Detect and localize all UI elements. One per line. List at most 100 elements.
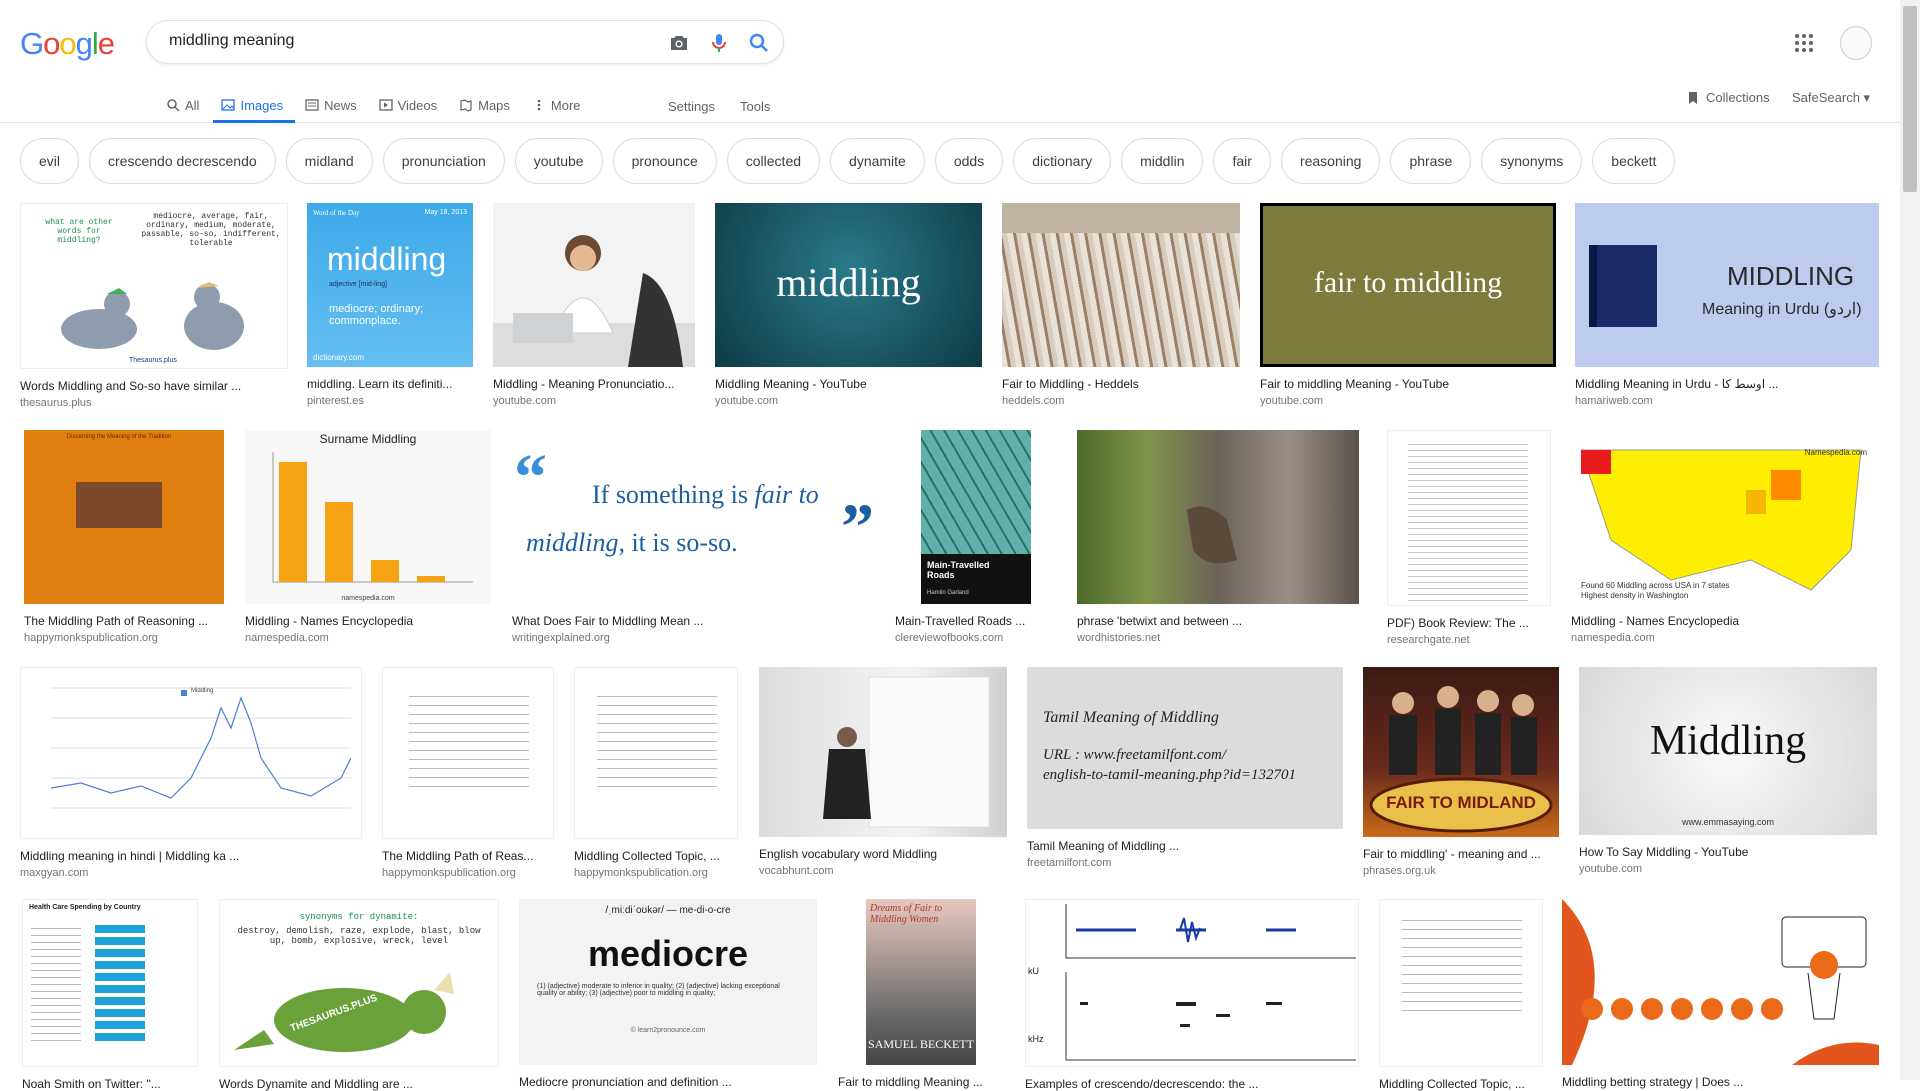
chip[interactable]: phrase [1390,138,1472,184]
tab-videos[interactable]: Videos [378,88,437,122]
result-title[interactable]: Noah Smith on Twitter: "... [22,1077,198,1091]
scrollbar-thumb[interactable] [1903,6,1917,192]
result-thumbnail[interactable]: Middling [20,667,362,839]
image-result[interactable]: “ If something is fair to middling, it i… [512,430,876,644]
image-result[interactable]: MIDDLING Meaning in Urdu (اردو) Middling… [1575,203,1879,407]
result-source[interactable]: happymonkspublication.org [382,867,554,879]
image-result[interactable]: Dreams of Fair to Middling Women SAMUEL … [838,899,1006,1089]
result-source[interactable]: writingexplained.org [512,632,876,644]
result-source[interactable]: heddels.com [1002,395,1240,407]
chip[interactable]: pronounce [612,138,717,184]
result-thumbnail[interactable] [574,667,738,839]
image-result[interactable]: kU kHz Examples of crescendo/decrescendo… [1025,899,1359,1091]
result-source[interactable]: happymonkspublication.org [24,632,224,644]
result-source[interactable]: youtube.com [1260,395,1556,407]
result-title[interactable]: Mediocre pronunciation and definition ..… [519,1075,817,1089]
result-thumbnail[interactable]: Middling www.emmasaying.com [1579,667,1877,835]
tab-images[interactable]: Images [213,88,295,123]
apps-grid-icon[interactable] [1794,33,1814,53]
result-title[interactable]: English vocabulary word Middling [759,847,1007,861]
result-source[interactable]: hamariweb.com [1575,395,1879,407]
google-logo[interactable]: Google [20,26,115,62]
result-thumbnail[interactable]: /ˌmiːdiˈoʊkər/ — me-di-o-cre mediocre (1… [519,899,817,1065]
safesearch-dropdown[interactable]: SafeSearch ▾ [1792,90,1870,106]
result-title[interactable]: Fair to middling' - meaning and ... [1363,847,1559,861]
result-title[interactable]: Examples of crescendo/decrescendo: the .… [1025,1077,1359,1091]
result-title[interactable]: Fair to Middling - Heddels [1002,377,1240,391]
image-result[interactable]: /ˌmiːdiˈoʊkər/ — me-di-o-cre mediocre (1… [519,899,817,1089]
result-thumbnail[interactable] [1379,899,1543,1067]
page-scrollbar[interactable] [1900,0,1920,1080]
chip[interactable]: fair [1213,138,1271,184]
image-result[interactable]: FAIR TO MIDLAND Fair to middling' - mean… [1363,667,1559,877]
result-source[interactable]: happymonkspublication.org [574,867,738,879]
result-thumbnail[interactable]: kU kHz [1025,899,1359,1067]
result-title[interactable]: Words Middling and So-so have similar ..… [20,379,288,393]
tab-all[interactable]: All [166,88,199,122]
image-result[interactable]: Middling - Meaning Pronunciatio... youtu… [493,203,695,407]
result-title[interactable]: Middling Meaning - YouTube [715,377,982,391]
image-result[interactable]: PDF) Book Review: The ... researchgate.n… [1387,430,1551,646]
tab-news[interactable]: News [305,88,357,122]
tab-more[interactable]: More [532,88,581,122]
result-thumbnail[interactable]: Word of the Day May 18, 2013 middling ad… [307,203,473,367]
search-icon[interactable] [747,31,771,55]
result-thumbnail[interactable]: middling [715,203,982,367]
result-thumbnail[interactable] [1077,430,1359,604]
result-title[interactable]: middling. Learn its definiti... [307,377,473,391]
result-source[interactable]: namespedia.com [1571,632,1875,644]
search-input[interactable] [167,31,651,51]
result-source[interactable]: researchgate.net [1387,634,1551,646]
camera-icon[interactable] [667,31,691,55]
microphone-icon[interactable] [707,31,731,55]
result-source[interactable]: pinterest.es [307,395,473,407]
chip[interactable]: middlin [1121,138,1204,184]
result-thumbnail[interactable] [759,667,1007,837]
result-source[interactable]: clereviewofbooks.com [895,632,1057,644]
result-source[interactable]: vocabhunt.com [759,865,1007,877]
image-result[interactable]: what are other words for middling? medio… [20,203,288,409]
result-thumbnail[interactable]: Discerning the Meaning of the Tradition [24,430,224,604]
result-thumbnail[interactable]: FAIR TO MIDLAND [1363,667,1559,837]
image-result[interactable]: Middling Collected Topic, ... happymonks… [574,667,738,879]
result-source[interactable]: maxgyan.com [20,867,362,879]
chip[interactable]: dynamite [830,138,925,184]
result-source[interactable]: wordhistories.net [1077,632,1359,644]
result-title[interactable]: Middling Meaning in Urdu - اوسط کا ... [1575,377,1879,391]
result-title[interactable]: Fair to middling Meaning ... [838,1075,1006,1089]
result-thumbnail[interactable] [1562,899,1879,1065]
tools-link[interactable]: Tools [740,99,770,114]
result-source[interactable]: thesaurus.plus [20,397,288,409]
image-result[interactable]: Surname Middling namespedia.com Middling… [245,430,491,644]
result-title[interactable]: Middling - Names Encyclopedia [1571,614,1875,628]
result-title[interactable]: Middling Collected Topic, ... [1379,1077,1543,1091]
chip[interactable]: beckett [1592,138,1676,184]
image-result[interactable]: Main-Travelled Roads Hamlin Garland Main… [895,430,1057,644]
result-title[interactable]: What Does Fair to Middling Mean ... [512,614,876,628]
image-result[interactable]: Middling Middling meaning in hindi | Mid… [20,667,362,879]
result-title[interactable]: Tamil Meaning of Middling ... [1027,839,1343,853]
chip[interactable]: midland [285,138,373,184]
chip[interactable]: crescendo decrescendo [89,138,276,184]
result-title[interactable]: phrase 'betwixt and between ... [1077,614,1359,628]
image-result[interactable]: Word of the Day May 18, 2013 middling ad… [307,203,473,407]
chip[interactable]: reasoning [1280,138,1381,184]
result-thumbnail[interactable]: “ If something is fair to middling, it i… [512,430,876,604]
result-thumbnail[interactable] [382,667,554,839]
result-title[interactable]: PDF) Book Review: The ... [1387,616,1551,630]
result-title[interactable]: Middling meaning in hindi | Middling ka … [20,849,362,863]
image-result[interactable]: Discerning the Meaning of the Tradition … [24,430,224,644]
result-thumbnail[interactable]: synonyms for dynamite: destroy, demolish… [219,899,499,1067]
result-source[interactable]: phrases.org.uk [1363,865,1559,877]
result-title[interactable]: Middling - Names Encyclopedia [245,614,491,628]
result-thumbnail[interactable] [1002,203,1240,367]
result-thumbnail[interactable]: what are other words for middling? medio… [20,203,288,369]
result-thumbnail[interactable]: Health Care Spending by Country [22,899,198,1067]
image-result[interactable]: The Middling Path of Reas... happymonksp… [382,667,554,879]
image-result[interactable]: Health Care Spending by Country Noah Smi… [22,899,198,1091]
image-result[interactable]: Namespedia.com Found 60 Middling across … [1571,430,1875,644]
result-title[interactable]: Middling - Meaning Pronunciatio... [493,377,695,391]
result-title[interactable]: Words Dynamite and Middling are ... [219,1077,499,1091]
image-result[interactable]: Middling betting strategy | Does ... [1562,899,1879,1089]
result-thumbnail[interactable]: Dreams of Fair to Middling Women SAMUEL … [838,899,1006,1065]
